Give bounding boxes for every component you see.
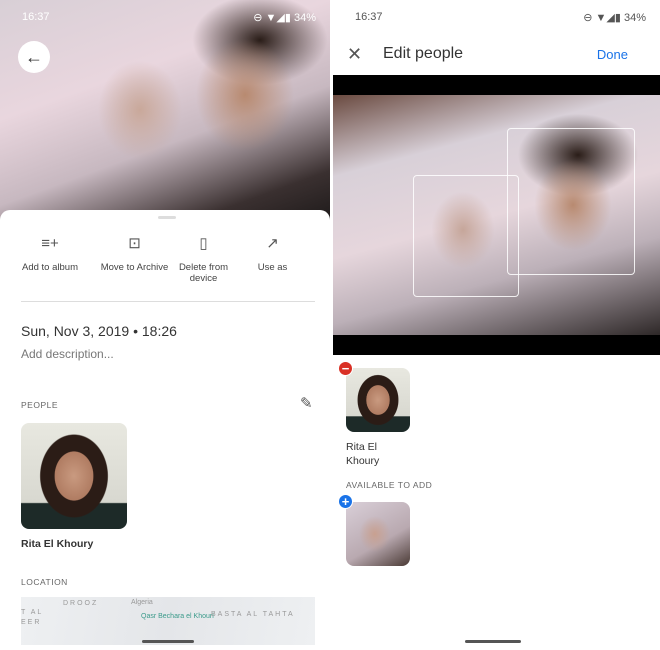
back-button[interactable]: ← — [18, 41, 50, 73]
map-label: Algeria — [131, 599, 153, 606]
status-icons: ⊖ ▼◢▮ 34% — [583, 11, 646, 24]
person-name: Rita El Khoury — [346, 441, 380, 467]
action-label: Move to Archive — [100, 262, 169, 273]
drag-handle[interactable] — [158, 216, 176, 219]
status-bar: 16:37 ⊖ ▼◢▮ 34% — [0, 0, 330, 34]
arrow-left-icon: ← — [25, 46, 43, 67]
close-icon: ✕ — [347, 43, 363, 64]
map-label: EER — [21, 619, 42, 626]
photo-editor — [333, 75, 660, 355]
add-person-button[interactable]: + — [338, 494, 353, 509]
photo-date: Sun, Nov 3, 2019 • 18:26 — [21, 323, 177, 339]
divider — [21, 301, 315, 302]
gesture-bar[interactable] — [465, 640, 521, 643]
action-playlist-add[interactable]: ≡+ Add to album — [0, 230, 100, 284]
photo-details-screen: 16:37 ⊖ ▼◢▮ 34% ← ≡+ Add to album ⊡ Move to… — [0, 0, 330, 650]
face-box[interactable] — [507, 128, 635, 275]
person-name: Rita El Khoury — [21, 538, 94, 550]
pencil-icon: ✎ — [300, 395, 313, 412]
map-label: T AL — [21, 609, 44, 616]
action-label: Delete from device — [178, 262, 229, 284]
remove-person-button[interactable]: − — [338, 361, 353, 376]
status-time: 16:37 — [355, 11, 383, 23]
action-label: Add to album — [22, 262, 78, 273]
playlist-add-icon: ≡+ — [41, 234, 59, 252]
available-to-add-label: AVAILABLE TO ADD — [346, 480, 433, 490]
done-button[interactable]: Done — [597, 47, 628, 62]
battery-level: 34% — [293, 11, 316, 24]
action-slideshow[interactable]: ▷ Slide — [307, 230, 330, 284]
map-label: DROOZ — [63, 600, 99, 607]
location-label: LOCATION — [21, 577, 68, 587]
page-title: Edit people — [383, 45, 464, 62]
status-time: 16:37 — [22, 11, 50, 23]
open-external-icon: ↗ — [266, 234, 279, 252]
app-bar: ✕ Edit people Done — [333, 36, 660, 72]
status-icons: ⊖ ▼◢▮ 34% — [253, 11, 316, 24]
slideshow-icon: ▷ — [307, 230, 330, 256]
delete-device-icon: ▯ — [199, 234, 208, 252]
action-label: Slide — [307, 262, 330, 273]
battery-level: 34% — [623, 11, 646, 24]
edit-people-screen: 16:37 ⊖ ▼◢▮ 34% ✕ Edit people Done − Rit… — [333, 0, 660, 650]
archive-icon: ⊡ — [128, 234, 141, 252]
map-label: Qasr Bechara el Khouri — [141, 613, 214, 620]
unnamed-face-thumbnail[interactable] — [346, 502, 410, 566]
plus-icon: + — [341, 494, 350, 509]
details-sheet: ≡+ Add to album ⊡ Move to Archive ▯ Delete fr… — [0, 210, 330, 650]
photo — [333, 95, 660, 335]
action-archive[interactable]: ⊡ Move to Archive — [100, 230, 169, 284]
status-bar: 16:37 ⊖ ▼◢▮ 34% — [333, 0, 660, 34]
location-map[interactable]: DROOZ T AL EER Qasr Bechara el Khouri BA… — [21, 597, 315, 645]
add-description-input[interactable]: Add description... — [21, 347, 114, 361]
close-button[interactable]: ✕ — [347, 44, 383, 65]
person-thumbnail[interactable] — [21, 423, 127, 529]
action-label: Use as — [257, 262, 288, 273]
map-label: BASTA AL TAHTA — [211, 611, 295, 618]
action-open-external[interactable]: ↗ Use as — [238, 230, 307, 284]
people-label: PEOPLE — [21, 400, 59, 410]
action-row: ≡+ Add to album ⊡ Move to Archive ▯ Delete fr… — [0, 230, 330, 285]
action-delete-device[interactable]: ▯ Delete from device — [169, 230, 238, 285]
edit-people-button[interactable]: ✎ — [300, 394, 313, 412]
gesture-bar[interactable] — [142, 640, 194, 643]
person-thumbnail[interactable] — [346, 368, 410, 432]
face-box[interactable] — [413, 175, 519, 297]
minus-icon: − — [341, 361, 350, 376]
